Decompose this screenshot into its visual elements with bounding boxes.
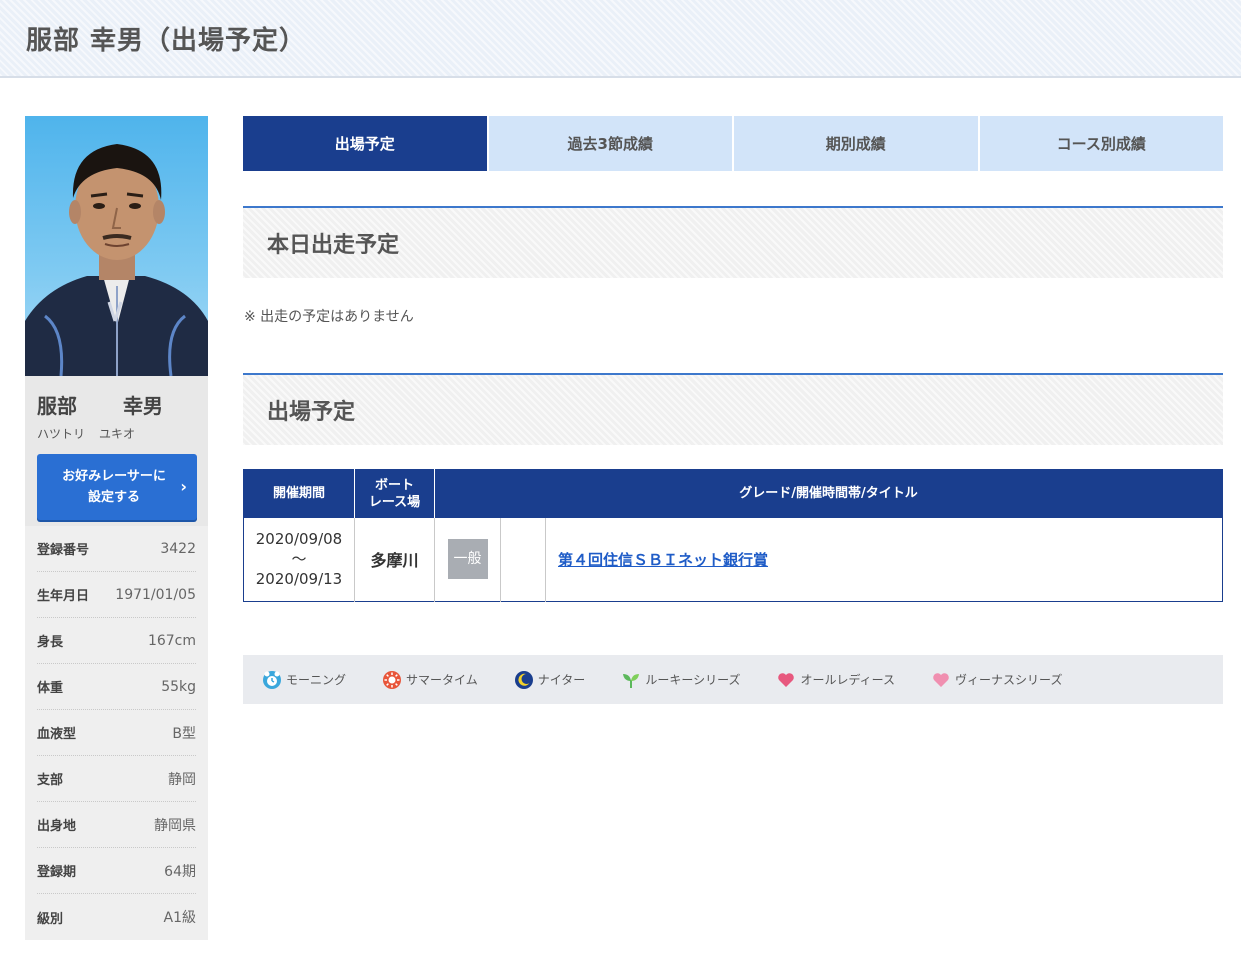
column-header-venue-line1: ボート: [374, 477, 414, 493]
no-race-note: ※ 出走の予定はありません: [244, 309, 414, 325]
profile-label: 体重: [37, 681, 64, 696]
racer-name-block: 服部 幸男 ハツトリ ユキオ お好みレーサーに 設定する ›: [25, 376, 208, 526]
racer-family-kana: ハツトリ: [37, 427, 86, 441]
column-header-venue-line2: レース場: [368, 494, 421, 510]
racer-name-kana: ハツトリ ユキオ: [37, 425, 196, 442]
all-ladies-icon: [776, 670, 796, 690]
page-title: 服部 幸男（出場予定）: [26, 26, 307, 56]
rookie-icon: [621, 670, 641, 690]
profile-value: 167cm: [147, 632, 196, 649]
legend-item-morning: モーニング: [262, 670, 346, 690]
column-header-period: 開催期間: [243, 469, 355, 518]
profile-label: 級別: [37, 911, 64, 927]
period-separator: 〜: [291, 550, 307, 569]
schedule-table: 開催期間 ボート レース場 グレード/開催時間帯/タイトル 2020/09/08…: [243, 469, 1223, 602]
profile-row: 体重 55kg: [37, 664, 196, 710]
title-cell: 第４回住信ＳＢＩネット銀行賞: [546, 518, 1223, 602]
racer-profile: 登録番号 3422 生年月日 1971/01/05 身長 167cm 体重 55kg 血…: [25, 526, 208, 940]
legend-label: ナイター: [537, 673, 586, 687]
legend-label: ヴィーナスシリーズ: [955, 673, 1063, 687]
profile-row: 支部 静岡: [37, 756, 196, 802]
profile-value: 3422: [160, 540, 196, 557]
profile-row: 生年月日 1971/01/05: [37, 572, 196, 618]
add-favorite-label-line1: お好みレーサーに: [62, 469, 166, 484]
venue-name: 多摩川: [370, 551, 419, 571]
tab-course-results[interactable]: コース別成績: [979, 116, 1223, 171]
summertime-icon: [382, 670, 402, 690]
tab-period-results[interactable]: 期別成績: [734, 116, 978, 171]
profile-row: 出身地 静岡県: [37, 802, 196, 848]
add-favorite-racer-button[interactable]: お好みレーサーに 設定する ›: [37, 454, 197, 520]
race-title-link[interactable]: 第４回住信ＳＢＩネット銀行賞: [558, 551, 768, 569]
profile-label: 生年月日: [37, 589, 90, 604]
racer-sidebar: 服部 幸男 ハツトリ ユキオ お好みレーサーに 設定する › 登録番号 3422 …: [25, 116, 208, 940]
profile-value: 静岡: [168, 771, 196, 788]
legend-item-summertime: サマータイム: [382, 670, 478, 690]
schedule-header-row: 開催期間 ボート レース場 グレード/開催時間帯/タイトル: [243, 469, 1223, 518]
grade-badge: 一般: [447, 539, 488, 580]
profile-label: 登録期: [37, 865, 77, 880]
venue-cell: 多摩川: [354, 517, 435, 602]
profile-label: 出身地: [37, 819, 77, 834]
profile-value: 64期: [164, 863, 196, 880]
profile-label: 血液型: [37, 727, 77, 742]
racer-name: 服部 幸男: [37, 390, 163, 419]
legend-item-rookie: ルーキーシリーズ: [621, 670, 740, 690]
today-section-heading: 本日出走予定: [243, 206, 1223, 278]
profile-value: A1級: [163, 910, 196, 926]
add-favorite-label-line2: 設定する: [87, 490, 140, 505]
profile-value: 静岡県: [154, 817, 196, 834]
period-start: 2020/09/08: [255, 530, 343, 549]
schedule-section-heading: 出場予定: [243, 373, 1223, 445]
legend-label: ルーキーシリーズ: [645, 673, 741, 687]
racer-given-name: 幸男: [123, 394, 163, 418]
profile-value: 55kg: [161, 678, 196, 695]
period-cell: 2020/09/08 〜 2020/09/13: [243, 517, 355, 602]
racer-tabs: 出場予定 過去3節成績 期別成績 コース別成績: [243, 116, 1223, 171]
chevron-right-icon: ›: [180, 477, 187, 496]
profile-row: 身長 167cm: [37, 618, 196, 664]
period-end: 2020/09/13: [255, 570, 343, 589]
column-header-grade: グレード/開催時間帯/タイトル: [434, 469, 1223, 518]
profile-value: B型: [172, 725, 196, 742]
legend-item-venus: ヴィーナスシリーズ: [931, 670, 1062, 690]
grade-cell: 一般: [434, 517, 501, 602]
racer-photo: [25, 116, 208, 376]
add-favorite-label: お好みレーサーに 設定する: [54, 466, 174, 508]
venus-icon: [931, 670, 951, 690]
profile-row: 登録番号 3422: [37, 526, 196, 572]
time-slot-cell: [500, 517, 546, 602]
profile-row: 血液型 B型: [37, 710, 196, 756]
profile-row: 級別 A1級: [37, 894, 196, 940]
profile-label: 支部: [37, 773, 64, 788]
profile-label: 登録番号: [37, 543, 90, 558]
profile-row: 登録期 64期: [37, 848, 196, 894]
legend-label: オールレディース: [800, 673, 896, 687]
profile-value: 1971/01/05: [115, 586, 196, 603]
tab-past-3-results[interactable]: 過去3節成績: [488, 116, 732, 171]
tab-entry-schedule[interactable]: 出場予定: [243, 116, 487, 171]
table-row: 2020/09/08 〜 2020/09/13 多摩川 一般 第４回住信ＳＢＩネ…: [243, 517, 1223, 602]
page-header: 服部 幸男（出場予定）: [0, 0, 1241, 78]
legend-label: サマータイム: [406, 673, 478, 687]
profile-label: 身長: [37, 635, 64, 650]
racer-family-name: 服部: [37, 394, 77, 418]
nighter-icon: [514, 670, 534, 690]
legend-label: モーニング: [286, 673, 347, 687]
racer-given-kana: ユキオ: [99, 427, 136, 441]
icon-legend: モーニング サマータイム ナイター ルーキーシリーズ オールレディース ヴィーナ…: [243, 655, 1223, 704]
morning-icon: [262, 670, 282, 690]
legend-item-all-ladies: オールレディース: [776, 670, 895, 690]
legend-item-nighter: ナイター: [514, 670, 586, 690]
column-header-venue: ボート レース場: [354, 469, 435, 518]
